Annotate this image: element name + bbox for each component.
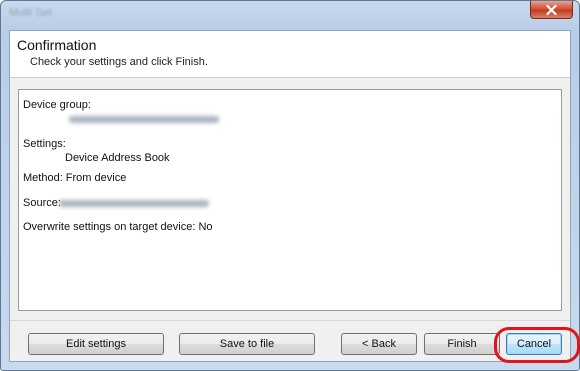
wizard-header: Confirmation Check your settings and cli…	[10, 31, 570, 78]
back-button[interactable]: < Back	[341, 333, 417, 355]
redacted-text	[59, 200, 209, 207]
dialog-window: Multi Set Confirmation Check your settin…	[0, 0, 580, 371]
cancel-button[interactable]: Cancel	[506, 333, 562, 355]
edit-settings-button[interactable]: Edit settings	[28, 333, 164, 355]
save-to-file-button[interactable]: Save to file	[179, 333, 315, 355]
title-bar[interactable]: Multi Set	[1, 1, 579, 29]
settings-label: Settings:	[23, 138, 66, 150]
settings-summary-box[interactable]: Device group: Settings: Device Address B…	[18, 89, 562, 311]
redacted-text	[69, 116, 219, 123]
method-text: Method: From device	[23, 172, 127, 184]
finish-button[interactable]: Finish	[424, 333, 500, 355]
close-button[interactable]	[530, 1, 573, 19]
button-bar: Edit settings Save to file < Back Finish…	[10, 320, 570, 361]
close-icon	[546, 4, 557, 15]
device-group-label: Device group:	[23, 99, 91, 111]
overwrite-text: Overwrite settings on target device: No	[23, 221, 213, 233]
dialog-content: Confirmation Check your settings and cli…	[9, 30, 571, 362]
source-label: Source:	[23, 197, 61, 209]
window-title: Multi Set	[9, 7, 52, 19]
page-subtitle: Check your settings and click Finish.	[30, 56, 208, 68]
page-title: Confirmation	[17, 37, 97, 53]
settings-value: Device Address Book	[65, 152, 170, 164]
